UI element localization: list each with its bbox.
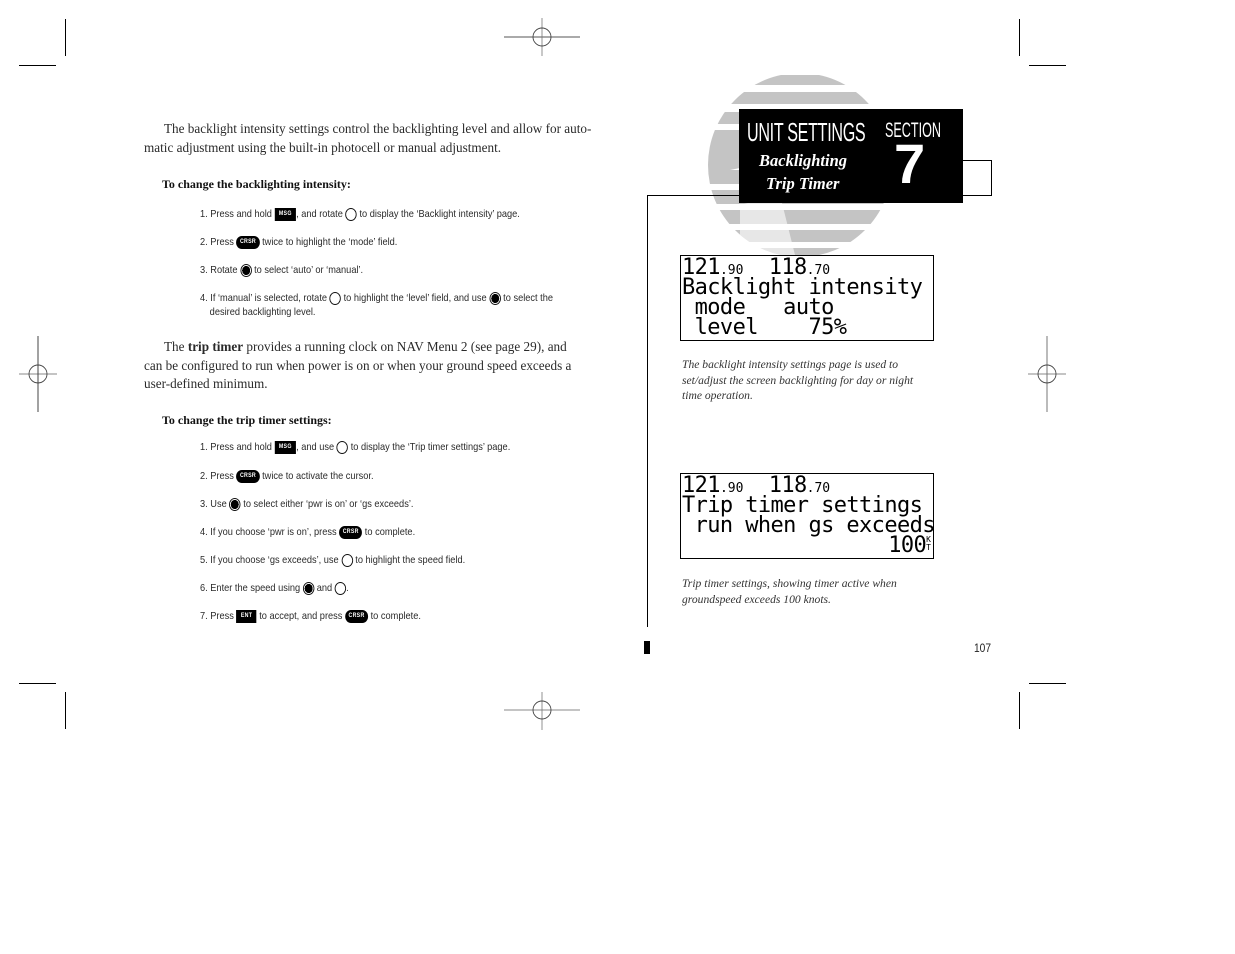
backlight-step-2: 2. Press CRSR twice to highlight the ‘mo… <box>200 235 398 249</box>
level-field: level 75% <box>682 315 847 340</box>
crop-mark <box>65 19 66 56</box>
crop-mark <box>1019 692 1020 729</box>
backlight-intro: The backlight intensity settings control… <box>144 120 614 157</box>
section-title: UNIT SETTINGS <box>747 117 866 147</box>
page-tab-mark <box>644 641 650 654</box>
inner-knob-icon <box>229 497 241 511</box>
trip-timer-term: trip timer <box>187 339 244 354</box>
speed-field: 100 K T <box>888 533 931 558</box>
outer-knob-icon <box>329 291 342 305</box>
crop-mark <box>1029 65 1066 66</box>
inner-knob-icon <box>489 291 501 305</box>
backlight-step-3: 3. Rotate to select ‘auto’ or ‘manual’. <box>200 263 364 277</box>
backlight-screen: 121.90 118.70 Backlight intensity mode a… <box>680 255 934 341</box>
registration-mark-icon <box>19 336 57 412</box>
page-number: 107 <box>974 641 992 655</box>
crsr-key-icon: CRSR <box>236 469 260 483</box>
level-value: 75% <box>808 315 847 340</box>
inner-knob-icon <box>240 263 252 277</box>
crsr-key-icon: CRSR <box>236 235 260 249</box>
trip-step-4: 4. If you choose ‘pwr is on’, press CRSR… <box>200 525 416 539</box>
section-header: UNIT SETTINGS SECTION 7 Backlighting Tri… <box>739 109 963 203</box>
trip-timer-caption: Trip timer settings, showing timer activ… <box>682 577 897 606</box>
outer-knob-icon <box>336 440 349 454</box>
registration-mark-icon <box>1028 336 1066 412</box>
crop-mark <box>1029 683 1066 684</box>
trip-timer-screen: 121.90 118.70 Trip timer settings run wh… <box>680 473 934 559</box>
backlight-step-1: 1. Press and hold MSG, and rotate to dis… <box>200 207 520 221</box>
trip-step-3: 3. Use to select either ‘pwr is on’ or ‘… <box>200 497 414 511</box>
section-subtitle-trip-timer: Trip Timer <box>766 174 840 193</box>
crop-mark <box>65 692 66 729</box>
ent-key-icon: ENT <box>236 609 257 623</box>
trip-step-7: 7. Press ENT to accept, and press CRSR t… <box>200 609 421 623</box>
registration-mark-icon <box>504 692 580 730</box>
backlight-intro-line2: matic adjustment using the built-in phot… <box>144 139 502 155</box>
registration-mark-icon <box>504 18 580 56</box>
header-frame-line <box>963 160 992 161</box>
section-number: 7 <box>894 132 926 195</box>
crop-mark <box>19 65 56 66</box>
trip-step-5: 5. If you choose ‘gs exceeds’, use to hi… <box>200 553 466 567</box>
header-frame-line <box>991 160 992 196</box>
outer-knob-icon <box>341 553 353 567</box>
crop-mark <box>19 683 56 684</box>
trip-step-1: 1. Press and hold MSG, and use to displa… <box>200 440 511 454</box>
backlight-step-4: 4. If ‘manual’ is selected, rotate to hi… <box>200 291 554 318</box>
section-subtitle-backlighting: Backlighting <box>759 151 848 170</box>
backlight-caption: The backlight intensity settings page is… <box>682 358 914 403</box>
trip-step-6: 6. Enter the speed using and . <box>200 581 349 595</box>
trip-timer-heading: To change the trip timer settings: <box>162 413 332 427</box>
trip-step-2: 2. Press CRSR twice to activate the curs… <box>200 469 374 483</box>
msg-key-icon: MSG <box>274 207 297 221</box>
trip-timer-intro: The trip timer provides a running clock … <box>144 339 572 391</box>
crsr-key-icon: CRSR <box>339 525 363 539</box>
backlight-heading: To change the backlighting intensity: <box>162 177 351 191</box>
speed-value: 100 <box>888 533 927 558</box>
outer-knob-icon <box>334 581 347 595</box>
column-rule <box>647 195 648 627</box>
backlight-intro-line1: The backlight intensity settings control… <box>164 121 592 136</box>
msg-key-icon: MSG <box>274 440 297 454</box>
inner-knob-icon <box>302 581 315 595</box>
crsr-key-icon: CRSR <box>344 609 369 623</box>
crop-mark <box>1019 19 1020 56</box>
outer-knob-icon <box>345 207 357 221</box>
